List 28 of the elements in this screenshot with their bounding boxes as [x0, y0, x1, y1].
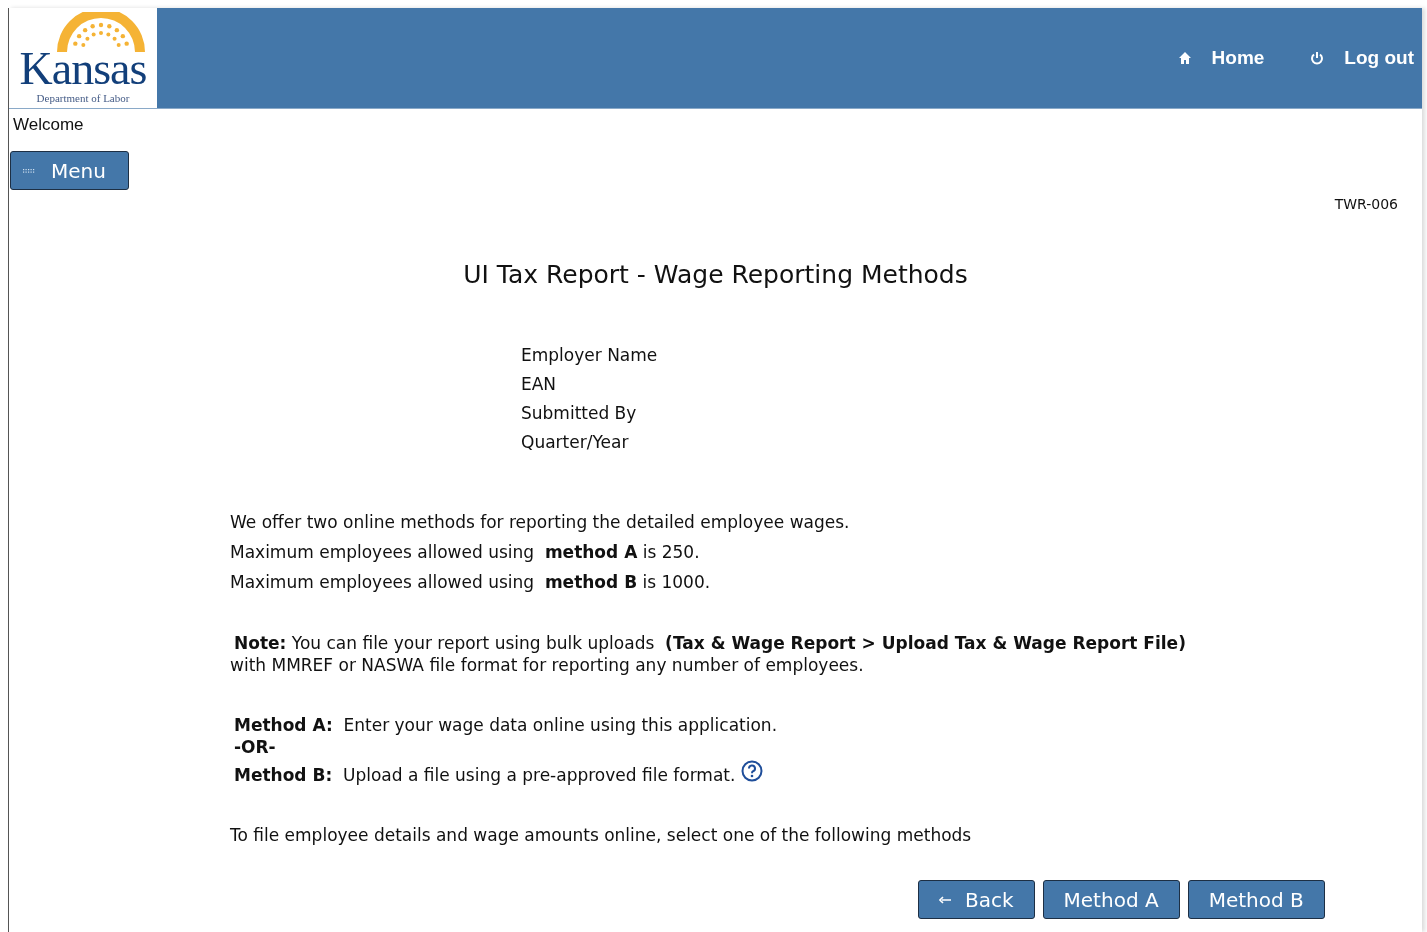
dots-icon — [23, 168, 35, 173]
field-label: Employer Name — [521, 345, 659, 365]
field-label: EAN — [521, 374, 558, 394]
arrow-left-icon — [939, 895, 951, 904]
home-icon — [1177, 51, 1192, 65]
page-code: TWR-006 — [1334, 196, 1398, 212]
power-icon — [1310, 51, 1325, 65]
intro-text: We offer two online methods for reporting the detailed employee wages. — [230, 512, 850, 532]
home-link[interactable]: Home — [1177, 47, 1265, 69]
instruction-text: To file employee details and wage amounts online, select one of the following methods — [230, 824, 973, 846]
back-button[interactable]: Back — [918, 880, 1035, 919]
or-separator: -OR- — [234, 736, 276, 758]
field-label: Quarter/Year — [521, 432, 630, 452]
intro-text: Maximum employees allowed using method A is 250. — [230, 542, 700, 562]
page-title: UI Tax Report - Wage Reporting Methods — [462, 260, 969, 289]
method-description: Method B: Upload a file using a pre-approved file format. — [234, 764, 736, 786]
note-text: Note: You can file your report using bulk uploads (Tax & Wage Report > Upload Tax & Wage Report File) with MMREF or NASWA file format for reporting any number of employees. — [230, 632, 1187, 676]
welcome-text: Welcome — [12, 114, 85, 135]
logo-name: Kansas — [19, 46, 147, 92]
intro-text: Maximum employees allowed using method B is 1000. — [230, 572, 711, 592]
logo-subtitle: Department of Labor — [36, 92, 130, 104]
method-button[interactable]: Method A — [1042, 880, 1180, 919]
menu-button[interactable]: Menu — [10, 151, 129, 190]
method-description: Method A: Enter your wage data online using this application. — [234, 714, 778, 736]
method-button[interactable]: Method B — [1187, 880, 1325, 919]
field-label: Submitted By — [521, 403, 638, 423]
help-icon[interactable] — [741, 760, 764, 782]
logout-link[interactable]: Log out — [1310, 47, 1414, 69]
